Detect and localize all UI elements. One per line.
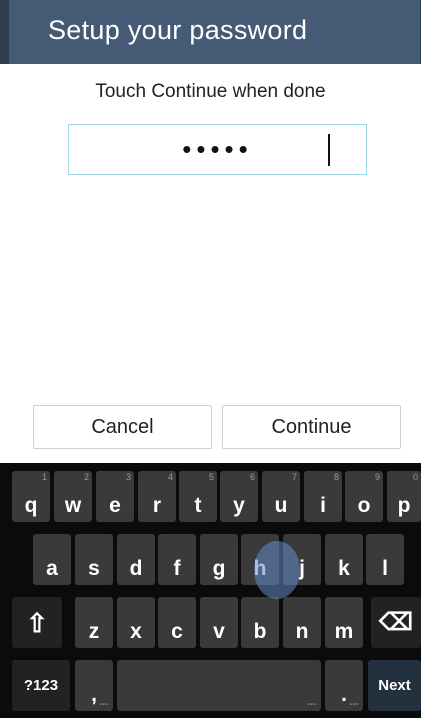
key-label: b	[253, 620, 267, 643]
key-e[interactable]: 3 e	[96, 471, 134, 522]
key-hint: 5	[208, 472, 214, 482]
continue-button[interactable]: Continue	[222, 405, 401, 449]
key-w[interactable]: 2 w	[54, 471, 92, 522]
comma-key[interactable]: , •••	[75, 660, 113, 711]
more-options-dots: •••	[349, 702, 359, 708]
backspace-icon: ⌫	[379, 608, 413, 636]
key-label: a	[46, 557, 58, 580]
soft-keyboard: 1 q 2 w 3 e 4 r 5 t 6 y 7 u 8 i 9 o 0 p …	[0, 463, 421, 718]
space-key[interactable]: •••	[117, 660, 321, 711]
key-hint: 6	[249, 472, 255, 482]
key-r[interactable]: 4 r	[138, 471, 176, 522]
action-bar: Setup your password	[0, 0, 421, 64]
key-s[interactable]: s	[75, 534, 113, 585]
key-d[interactable]: d	[117, 534, 155, 585]
key-q[interactable]: 1 q	[12, 471, 50, 522]
key-hint: 3	[125, 472, 131, 482]
key-label: t	[194, 494, 202, 517]
password-masked-value: •••••	[182, 134, 253, 164]
key-label: s	[88, 557, 100, 580]
key-i[interactable]: 8 i	[304, 471, 342, 522]
key-n[interactable]: n	[283, 597, 321, 648]
key-hint: 7	[291, 472, 297, 482]
key-hint: 9	[374, 472, 380, 482]
key-label: p	[397, 494, 411, 517]
password-input[interactable]: •••••	[68, 124, 367, 175]
key-hint: 8	[333, 472, 339, 482]
key-label: u	[274, 494, 288, 517]
key-label: r	[152, 494, 162, 517]
shift-icon: ⇧	[26, 607, 48, 638]
key-label: x	[130, 620, 142, 643]
backspace-key[interactable]: ⌫	[371, 597, 421, 648]
password-setup-screen: Setup your password Touch Continue when …	[0, 0, 421, 718]
cancel-button[interactable]: Cancel	[33, 405, 212, 449]
key-c[interactable]: c	[158, 597, 196, 648]
key-label: i	[320, 494, 326, 517]
key-t[interactable]: 5 t	[179, 471, 217, 522]
key-label: g	[212, 557, 226, 580]
symbols-label: ?123	[23, 676, 59, 694]
key-p[interactable]: 0 p	[387, 471, 421, 522]
key-label: e	[109, 494, 121, 517]
key-label: l	[382, 557, 388, 580]
key-z[interactable]: z	[75, 597, 113, 648]
key-u[interactable]: 7 u	[262, 471, 300, 522]
key-label: q	[24, 494, 38, 517]
key-l[interactable]: l	[366, 534, 404, 585]
next-key[interactable]: Next	[368, 660, 421, 711]
key-g[interactable]: g	[200, 534, 238, 585]
key-label: m	[334, 620, 354, 643]
key-y[interactable]: 6 y	[220, 471, 258, 522]
key-label: v	[213, 620, 225, 643]
key-label: n	[295, 620, 309, 643]
key-v[interactable]: v	[200, 597, 238, 648]
key-x[interactable]: x	[117, 597, 155, 648]
key-f[interactable]: f	[158, 534, 196, 585]
next-label: Next	[378, 676, 411, 694]
key-b[interactable]: b	[241, 597, 279, 648]
key-label: d	[129, 557, 143, 580]
key-label: o	[357, 494, 371, 517]
key-hint: 4	[167, 472, 173, 482]
key-label: w	[64, 494, 82, 517]
touch-indicator	[254, 541, 300, 599]
key-label: k	[338, 557, 350, 580]
text-cursor	[328, 134, 330, 166]
more-options-dots: •••	[99, 702, 109, 708]
key-o[interactable]: 9 o	[345, 471, 383, 522]
key-hint: 0	[412, 472, 418, 482]
shift-key[interactable]: ⇧	[12, 597, 62, 648]
key-hint: 2	[83, 472, 89, 482]
action-bar-title: Setup your password	[48, 15, 308, 45]
key-label: f	[173, 557, 181, 580]
symbols-key[interactable]: ?123	[12, 660, 70, 711]
key-k[interactable]: k	[325, 534, 363, 585]
key-label: y	[233, 494, 245, 517]
key-label: c	[171, 620, 183, 643]
key-label: z	[88, 620, 100, 643]
key-a[interactable]: a	[33, 534, 71, 585]
key-m[interactable]: m	[325, 597, 363, 648]
period-key[interactable]: . •••	[325, 660, 363, 711]
instruction-text: Touch Continue when done	[95, 81, 326, 102]
more-options-dots: •••	[307, 702, 317, 708]
key-hint: 1	[41, 472, 47, 482]
